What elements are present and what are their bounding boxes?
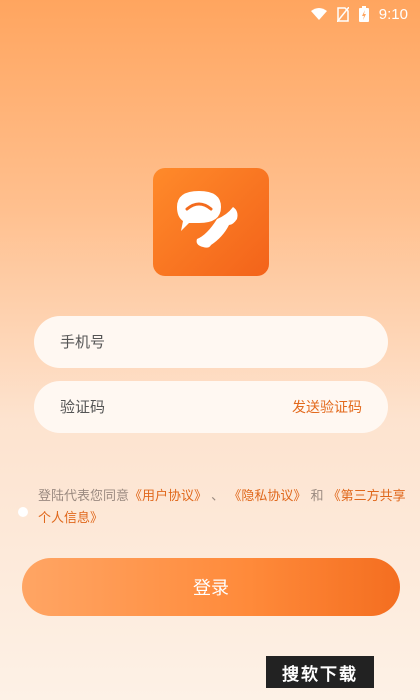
- no-sim-icon: [336, 6, 349, 22]
- clock: 9:10: [378, 5, 408, 23]
- user-agreement-link[interactable]: 《用户协议》: [129, 489, 207, 504]
- app-logo: [153, 168, 269, 276]
- status-bar: 9:10: [0, 0, 420, 28]
- battery-charging-icon: [358, 6, 369, 22]
- chat-phone-logo-icon: [177, 191, 238, 248]
- agreement-and: 和: [310, 489, 324, 504]
- code-input[interactable]: [60, 398, 292, 416]
- agreement-separator: 、: [211, 489, 225, 504]
- login-button[interactable]: 登录: [22, 558, 400, 616]
- privacy-agreement-link[interactable]: 《隐私协议》: [228, 489, 306, 504]
- phone-field[interactable]: [34, 316, 388, 368]
- agree-radio[interactable]: [18, 507, 28, 517]
- agreement-row: 登陆代表您同意《用户协议》 、 《隐私协议》 和 《第三方共享个人信息》: [18, 486, 408, 530]
- code-field[interactable]: 发送验证码: [34, 381, 388, 433]
- agreement-prefix: 登陆代表您同意: [38, 489, 130, 504]
- send-code-button[interactable]: 发送验证码: [292, 397, 362, 417]
- watermark-logo: 搜软下载: [266, 656, 374, 688]
- agreement-text: 登陆代表您同意《用户协议》 、 《隐私协议》 和 《第三方共享个人信息》: [38, 486, 408, 530]
- phone-input[interactable]: [60, 333, 362, 351]
- wifi-icon: [310, 7, 327, 20]
